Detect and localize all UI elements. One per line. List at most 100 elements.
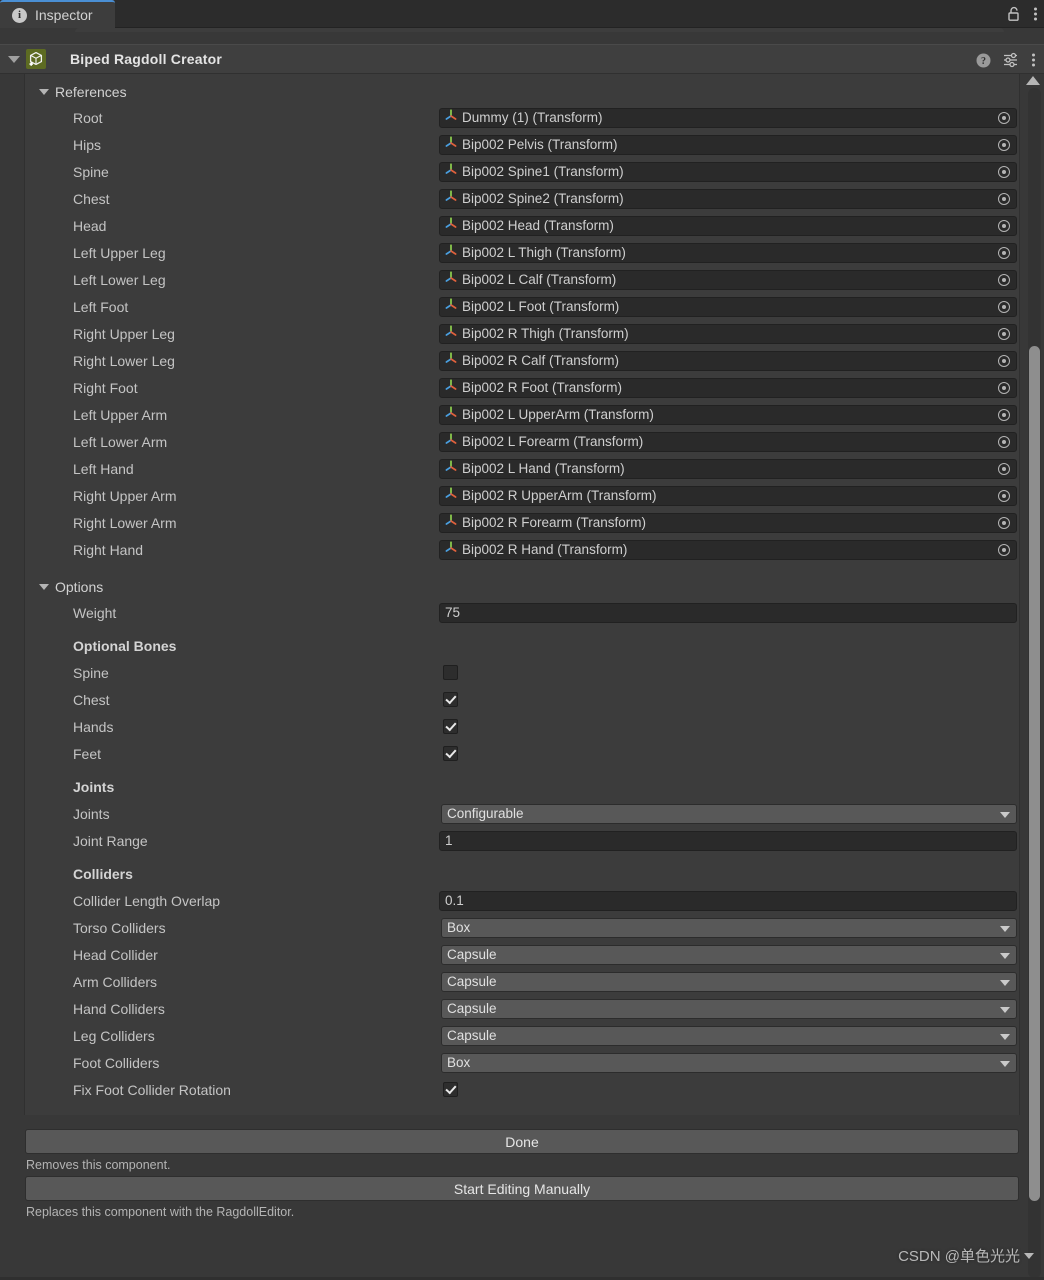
optional-bone-checkbox[interactable] — [443, 692, 458, 707]
picker-ring — [998, 219, 1010, 232]
picker-dot — [1002, 250, 1006, 255]
object-picker-icon[interactable] — [993, 109, 1015, 127]
object-field[interactable]: Bip002 L Hand (Transform) — [439, 458, 1017, 479]
object-field[interactable]: Bip002 L Calf (Transform) — [439, 269, 1017, 290]
object-field[interactable]: Bip002 R Foot (Transform) — [439, 377, 1017, 398]
watermark: CSDN @单色光光 — [898, 1245, 1034, 1266]
object-field[interactable]: Bip002 Spine1 (Transform) — [439, 161, 1017, 182]
collider-type-dropdown[interactable]: Capsule — [441, 971, 1017, 992]
weight-input[interactable]: 75 — [439, 602, 1017, 623]
footer-actions: Done Removes this component. Start Editi… — [0, 1115, 1044, 1223]
chevron-down-icon — [1000, 1033, 1010, 1040]
object-picker-icon[interactable] — [993, 271, 1015, 289]
component-foldout-icon[interactable] — [8, 55, 20, 63]
collider-type-dropdown[interactable]: Capsule — [441, 998, 1017, 1019]
done-button[interactable]: Done — [25, 1129, 1019, 1154]
object-field-value: Bip002 Head (Transform) — [462, 218, 614, 233]
reference-row-field: Bip002 R Calf (Transform) — [439, 350, 1019, 371]
component-menu-icon[interactable] — [1031, 52, 1036, 68]
section-references[interactable]: References — [25, 80, 1019, 104]
vertical-scrollbar[interactable] — [1028, 88, 1041, 1278]
collider-type-value: Capsule — [447, 1028, 497, 1043]
object-field[interactable]: Bip002 Spine2 (Transform) — [439, 188, 1017, 209]
optional-bone-label: Hands — [73, 718, 114, 735]
reference-row-field: Bip002 Spine1 (Transform) — [439, 161, 1019, 182]
object-field[interactable]: Bip002 L Foot (Transform) — [439, 296, 1017, 317]
row-fix-foot-collider-rotation: Fix Foot Collider Rotation — [25, 1076, 1019, 1103]
object-field[interactable]: Bip002 L Thigh (Transform) — [439, 242, 1017, 263]
collider-type-dropdown[interactable]: Box — [441, 917, 1017, 938]
object-picker-icon[interactable] — [993, 298, 1015, 316]
object-picker-icon[interactable] — [993, 514, 1015, 532]
start-editing-manually-button[interactable]: Start Editing Manually — [25, 1176, 1019, 1201]
lock-icon[interactable] — [1007, 6, 1021, 22]
reference-row-field: Bip002 R Thigh (Transform) — [439, 323, 1019, 344]
row-joint-range: Joint Range 1 — [25, 827, 1019, 854]
section-options[interactable]: Options — [25, 575, 1019, 599]
fix-foot-collider-rotation-checkbox[interactable] — [443, 1082, 458, 1097]
object-field[interactable]: Bip002 Pelvis (Transform) — [439, 134, 1017, 155]
picker-dot — [1002, 223, 1006, 228]
optional-bone-checkbox[interactable] — [443, 719, 458, 734]
object-field[interactable]: Bip002 R UpperArm (Transform) — [439, 485, 1017, 506]
optional-bone-checkbox[interactable] — [443, 746, 458, 761]
object-field[interactable]: Bip002 R Thigh (Transform) — [439, 323, 1017, 344]
object-picker-icon[interactable] — [993, 379, 1015, 397]
collider-type-dropdown[interactable]: Capsule — [441, 1025, 1017, 1046]
optional-bone-checkbox[interactable] — [443, 665, 458, 680]
object-picker-icon[interactable] — [993, 433, 1015, 451]
object-field-value: Bip002 L Forearm (Transform) — [462, 434, 644, 449]
collider-type-dropdown[interactable]: Box — [441, 1052, 1017, 1073]
section-options-label: Options — [55, 579, 104, 595]
collider-row-field: Capsule — [441, 971, 1019, 992]
object-picker-icon[interactable] — [993, 244, 1015, 262]
chevron-down-icon — [1000, 952, 1010, 959]
help-icon[interactable]: ? — [976, 53, 991, 68]
more-menu-icon[interactable] — [1033, 6, 1038, 22]
object-field[interactable]: Bip002 R Hand (Transform) — [439, 539, 1017, 560]
reference-row-field: Bip002 L Thigh (Transform) — [439, 242, 1019, 263]
picker-dot — [1002, 358, 1006, 363]
scroll-up-arrow-icon[interactable] — [1026, 76, 1040, 85]
object-picker-icon[interactable] — [993, 460, 1015, 478]
picker-dot — [1002, 115, 1006, 120]
row-collider-length-overlap-label: Collider Length Overlap — [73, 892, 221, 909]
object-field[interactable]: Bip002 R Calf (Transform) — [439, 350, 1017, 371]
object-field[interactable]: Bip002 Head (Transform) — [439, 215, 1017, 236]
collider-type-dropdown[interactable]: Capsule — [441, 944, 1017, 965]
object-field[interactable]: Bip002 R Forearm (Transform) — [439, 512, 1017, 533]
reference-row-field: Bip002 L Forearm (Transform) — [439, 431, 1019, 452]
joints-type-dropdown[interactable]: Configurable — [441, 803, 1017, 824]
object-picker-icon[interactable] — [993, 406, 1015, 424]
reference-row-field: Bip002 Spine2 (Transform) — [439, 188, 1019, 209]
reference-row: Left Foot Bip002 L Foot (Transform) — [25, 293, 1019, 320]
joint-range-input[interactable]: 1 — [439, 830, 1017, 851]
tab-inspector[interactable]: i Inspector — [0, 0, 115, 28]
scrollbar-thumb[interactable] — [1029, 346, 1040, 1201]
preset-icon[interactable] — [1003, 52, 1019, 68]
object-picker-icon[interactable] — [993, 352, 1015, 370]
transform-gizmo-icon — [444, 216, 458, 235]
reference-row-label: Left Lower Arm — [73, 433, 168, 450]
reference-row-label: Spine — [73, 163, 109, 180]
collider-row: Head Collider Capsule — [25, 941, 1019, 968]
object-field[interactable]: Bip002 L Forearm (Transform) — [439, 431, 1017, 452]
object-picker-icon[interactable] — [993, 325, 1015, 343]
object-picker-icon[interactable] — [993, 487, 1015, 505]
reference-row-label: Right Lower Arm — [73, 514, 177, 531]
component-header[interactable]: Biped Ragdoll Creator ? — [0, 44, 1044, 74]
object-picker-icon[interactable] — [993, 163, 1015, 181]
object-picker-icon[interactable] — [993, 217, 1015, 235]
object-picker-icon[interactable] — [993, 541, 1015, 559]
optional-bone-row: Chest — [25, 686, 1019, 713]
optional-bone-field — [443, 746, 1019, 761]
tab-inspector-label: Inspector — [35, 7, 93, 23]
transform-gizmo-icon — [444, 459, 458, 478]
object-field[interactable]: Dummy (1) (Transform) — [439, 107, 1017, 128]
reference-row: Right Foot Bip002 R Foot (Transform) — [25, 374, 1019, 401]
optional-bone-row: Spine — [25, 659, 1019, 686]
collider-length-overlap-input[interactable]: 0.1 — [439, 890, 1017, 911]
object-picker-icon[interactable] — [993, 190, 1015, 208]
object-field[interactable]: Bip002 L UpperArm (Transform) — [439, 404, 1017, 425]
object-picker-icon[interactable] — [993, 136, 1015, 154]
